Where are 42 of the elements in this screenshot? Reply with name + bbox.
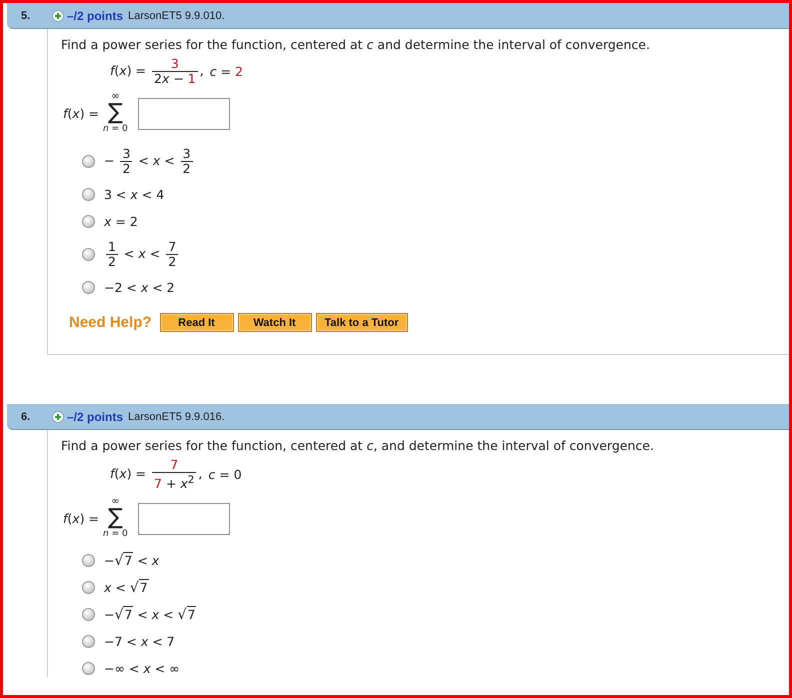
plus-icon[interactable] bbox=[52, 410, 64, 422]
answer-field[interactable] bbox=[138, 98, 230, 130]
summation-sign: ∞ ∑ n = 0 bbox=[103, 92, 128, 135]
option-label: −7 < x < 7 bbox=[104, 634, 175, 650]
question-prompt: Find a power series for the function, centered at c and determine the interval of convergence. bbox=[61, 37, 651, 53]
radio-button[interactable] bbox=[82, 662, 95, 676]
option-label: 3 < x < 4 bbox=[104, 187, 164, 202]
option-label: −√7 < x < √7 bbox=[104, 606, 196, 623]
question-number: 5. bbox=[21, 10, 32, 22]
option-label: −√7 < x bbox=[104, 552, 160, 569]
option-label: −2 < x < 2 bbox=[104, 280, 175, 295]
radio-button[interactable] bbox=[82, 248, 95, 261]
option-label: x = 2 bbox=[104, 214, 138, 229]
need-help-label: Need Help? bbox=[69, 314, 152, 331]
radio-button[interactable] bbox=[82, 215, 95, 228]
radio-button[interactable] bbox=[82, 155, 95, 168]
option-label: x < √7 bbox=[104, 580, 149, 596]
radio-button[interactable] bbox=[82, 581, 95, 594]
plus-icon[interactable] bbox=[52, 10, 64, 22]
option-label: −∞ < x < ∞ bbox=[104, 661, 180, 676]
center-value: c = 0 bbox=[208, 467, 242, 482]
radio-button[interactable] bbox=[82, 281, 95, 294]
answer-field[interactable] bbox=[138, 502, 230, 535]
radio-button[interactable] bbox=[82, 608, 95, 622]
function-formula: f(x) = 7 7 + x$^{2}$ , bbox=[110, 458, 202, 492]
radio-button[interactable] bbox=[82, 635, 95, 648]
help-button[interactable]: Talk to a Tutor bbox=[316, 313, 408, 332]
source-label: LarsonET5 9.9.016. bbox=[128, 410, 225, 422]
source-label: LarsonET5 9.9.010. bbox=[128, 10, 225, 22]
summation-sign: ∞ ∑ n = 0 bbox=[103, 497, 128, 540]
help-button[interactable]: Watch It bbox=[238, 313, 312, 332]
series-label: f(x) = bbox=[63, 511, 100, 526]
question-number: 6. bbox=[21, 410, 32, 422]
function-formula: f(x) = 3 2x − 1 , bbox=[110, 57, 204, 86]
question-prompt: Find a power series for the function, centered at c, and determine the interval of convergence. bbox=[61, 438, 655, 454]
points-label: –/2 points bbox=[67, 410, 124, 424]
help-button[interactable]: Read It bbox=[160, 313, 234, 332]
center-value: c = 2 bbox=[210, 64, 243, 79]
series-label: f(x) = bbox=[63, 106, 100, 121]
radio-button[interactable] bbox=[82, 188, 95, 201]
points-label: –/2 points bbox=[67, 8, 124, 22]
radio-button[interactable] bbox=[82, 554, 95, 568]
